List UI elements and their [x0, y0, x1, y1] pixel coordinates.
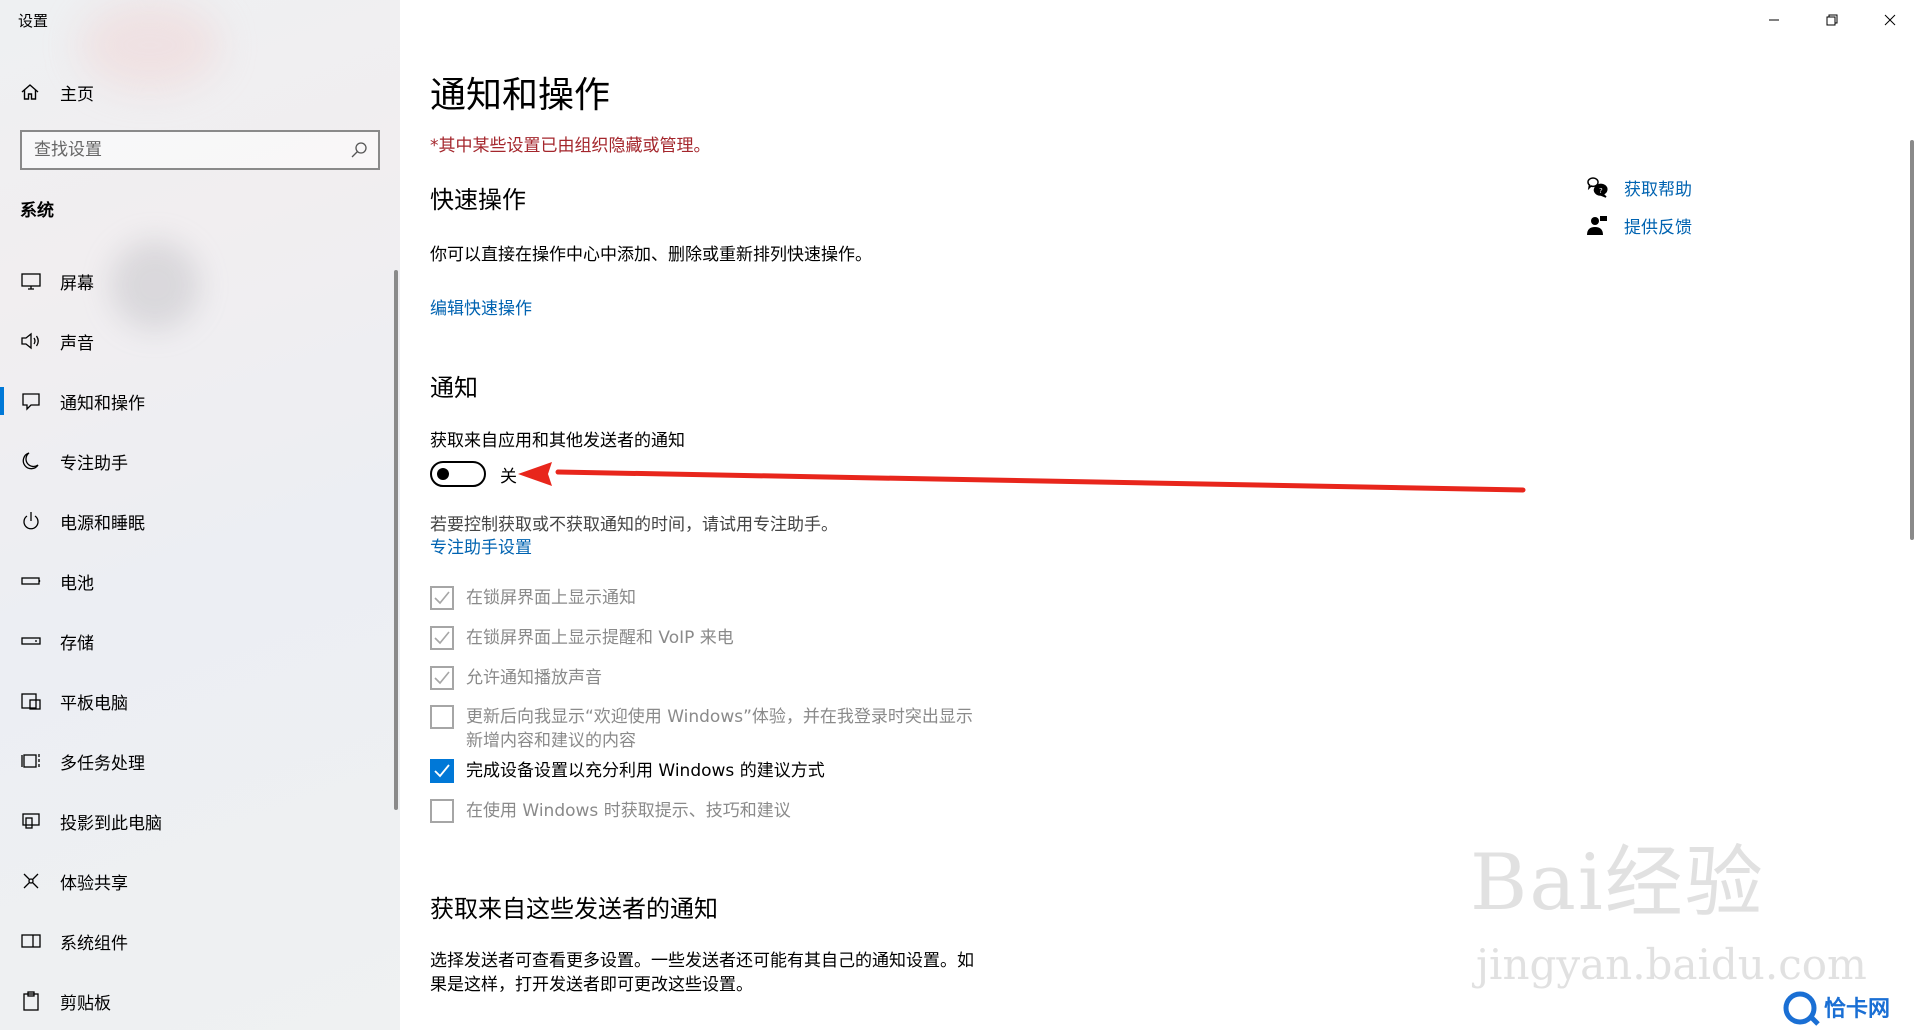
sidebar-item-label: 电池 [60, 574, 94, 594]
window-title: 设置 [18, 12, 49, 30]
get-help-label: 获取帮助 [1624, 180, 1692, 200]
sidebar-item-system-components[interactable]: 系统组件 [0, 915, 392, 975]
sidebar-item-label: 投影到此电脑 [60, 814, 162, 834]
notification-icon [22, 393, 40, 411]
senders-description-line2: 果是这样，打开发送者即可更改这些设置。 [430, 975, 753, 995]
sidebar-item-clipboard[interactable]: 剪贴板 [0, 975, 392, 1030]
sidebar-item-multitasking[interactable]: 多任务处理 [0, 735, 392, 795]
give-feedback-label: 提供反馈 [1624, 218, 1692, 238]
sidebar-item-storage[interactable]: 存储 [0, 615, 392, 675]
checkbox-label-line1: 更新后向我显示“欢迎使用 Windows”体验，并在我登录时突出显示 [466, 707, 973, 727]
sidebar-item-label: 平板电脑 [60, 694, 128, 714]
checkbox-label: 完成设备设置以充分利用 Windows 的建议方式 [466, 761, 825, 781]
svg-text:?: ? [1599, 187, 1603, 195]
components-icon [21, 934, 41, 948]
sidebar-item-shared-experiences[interactable]: 体验共享 [0, 855, 392, 915]
checkmark-icon [434, 631, 450, 645]
senders-heading: 获取来自这些发送者的通知 [430, 895, 718, 923]
toggle-state-label: 关 [500, 467, 517, 487]
quick-actions-heading: 快速操作 [430, 186, 526, 214]
qiaka-logo-text: 恰卡网 [1824, 996, 1890, 1022]
baidu-url-watermark: jingyan.baidu.com [1476, 940, 1867, 989]
checkbox[interactable] [430, 759, 454, 783]
focus-assist-hint: 若要控制获取或不获取通知的时间，请试用专注助手。 [430, 515, 838, 535]
share-icon [23, 873, 39, 889]
checkbox[interactable] [430, 799, 454, 823]
focus-assist-settings-link[interactable]: 专注助手设置 [430, 533, 532, 558]
baidu-watermark: Bai经验 [1470, 838, 1765, 928]
sidebar: 设置 主页 系统 屏幕 声音 通知和操作 专注助手 [0, 0, 400, 1030]
sidebar-item-focus-assist[interactable]: 专注助手 [0, 435, 392, 495]
managed-notice: *其中某些设置已由组织隐藏或管理。 [430, 136, 711, 156]
sidebar-item-label: 通知和操作 [60, 394, 145, 414]
search-input[interactable] [22, 132, 342, 168]
checkmark-icon [434, 591, 450, 605]
notifications-toggle-label: 获取来自应用和其他发送者的通知 [430, 431, 685, 451]
annotation-arrow [518, 462, 1526, 493]
sidebar-item-label: 体验共享 [60, 874, 128, 894]
battery-icon [21, 577, 41, 585]
give-feedback-link[interactable]: 提供反馈 [1585, 210, 1785, 248]
search-box[interactable] [20, 130, 380, 170]
sidebar-scrollbar[interactable] [394, 270, 398, 810]
sidebar-item-power[interactable]: 电源和睡眠 [0, 495, 392, 555]
notifications-heading: 通知 [430, 374, 478, 402]
checkbox-label: 在锁屏界面上显示提醒和 VoIP 来电 [466, 628, 734, 648]
sidebar-section-system: 系统 [20, 201, 54, 221]
feedback-icon [1587, 216, 1607, 235]
get-help-link[interactable]: ? 获取帮助 [1585, 172, 1785, 210]
help-links: ? 获取帮助 提供反馈 [1585, 172, 1785, 248]
sidebar-item-label: 系统组件 [60, 934, 128, 954]
edit-quick-actions-link[interactable]: 编辑快速操作 [430, 294, 532, 319]
help-chat-icon: ? [1587, 177, 1608, 198]
sidebar-item-label: 专注助手 [60, 454, 128, 474]
sidebar-home-label: 主页 [60, 85, 94, 105]
multitask-icon [21, 754, 40, 768]
storage-icon [21, 637, 41, 645]
notifications-toggle[interactable] [430, 461, 486, 487]
sidebar-item-display[interactable]: 屏幕 [0, 255, 392, 315]
page-title: 通知和操作 [430, 75, 611, 116]
checkbox[interactable] [430, 626, 454, 650]
checkbox-label: 在使用 Windows 时获取提示、技巧和建议 [466, 801, 791, 821]
project-icon [22, 813, 40, 829]
monitor-icon [21, 273, 41, 290]
moon-icon [22, 452, 39, 470]
checkbox[interactable] [430, 705, 454, 729]
checkbox[interactable] [430, 586, 454, 610]
quick-actions-description: 你可以直接在操作中心中添加、删除或重新排列快速操作。 [430, 245, 872, 265]
senders-description-line1: 选择发送者可查看更多设置。一些发送者还可能有其自己的通知设置。如 [430, 951, 974, 971]
checkmark-icon [434, 764, 450, 778]
sidebar-item-label: 多任务处理 [60, 754, 145, 774]
home-icon [21, 84, 39, 100]
sidebar-nav: 屏幕 声音 通知和操作 专注助手 电源和睡眠 电池 存储 平板电脑 多任务处理 … [0, 255, 400, 1030]
checkbox-label: 允许通知播放声音 [466, 668, 602, 688]
sidebar-home[interactable]: 主页 [0, 76, 400, 106]
sidebar-item-sound[interactable]: 声音 [0, 315, 392, 375]
checkbox-label-line2: 新增内容和建议的内容 [466, 731, 636, 751]
sidebar-item-label: 声音 [60, 334, 94, 354]
speaker-icon [21, 332, 39, 350]
main-scrollbar[interactable] [1910, 140, 1914, 540]
toggle-knob [437, 468, 449, 480]
sidebar-item-notifications[interactable]: 通知和操作 [0, 375, 392, 435]
sidebar-item-label: 剪贴板 [60, 994, 111, 1014]
sidebar-item-label: 电源和睡眠 [60, 514, 145, 534]
power-icon [23, 512, 39, 530]
checkbox-label: 在锁屏界面上显示通知 [466, 588, 636, 608]
sidebar-item-battery[interactable]: 电池 [0, 555, 392, 615]
sidebar-item-tablet[interactable]: 平板电脑 [0, 675, 392, 735]
sidebar-item-label: 屏幕 [60, 274, 94, 294]
sidebar-item-project[interactable]: 投影到此电脑 [0, 795, 392, 855]
qiaka-logo: 恰卡网 [1783, 991, 1890, 1026]
tablet-icon [21, 693, 41, 710]
clipboard-icon [23, 991, 39, 1011]
checkbox[interactable] [430, 666, 454, 690]
sidebar-item-label: 存储 [60, 634, 94, 654]
search-icon[interactable] [350, 141, 368, 159]
checkmark-icon [434, 671, 450, 685]
